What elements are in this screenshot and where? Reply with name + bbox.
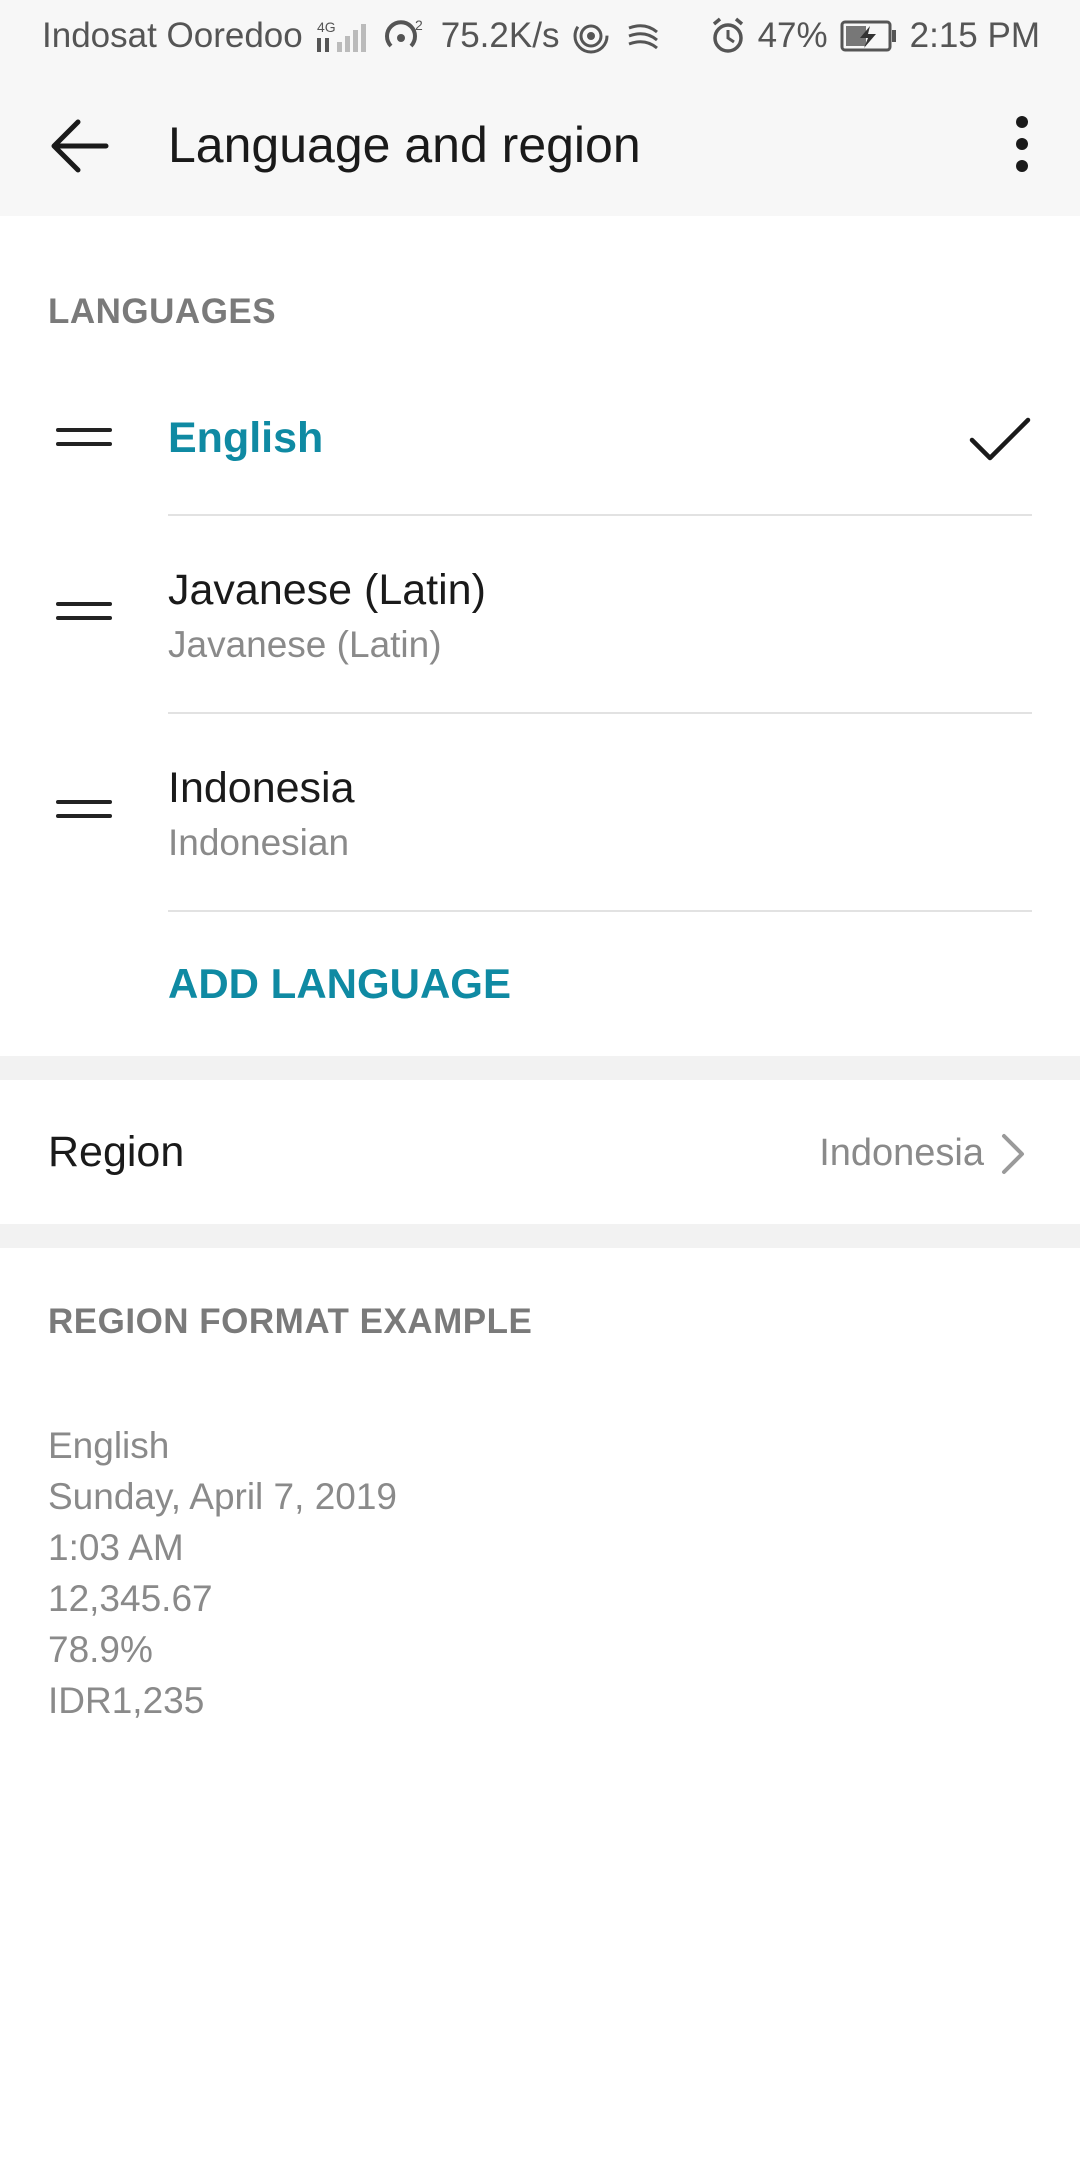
back-arrow-icon — [51, 119, 109, 173]
language-name: Indonesia — [168, 764, 355, 812]
format-language: English — [48, 1425, 170, 1466]
add-language-button[interactable]: ADD LANGUAGE — [168, 960, 511, 1008]
region-format-example: English Sunday, April 7, 2019 1:03 AM 12… — [48, 1420, 397, 1726]
section-separator — [0, 1224, 1080, 1248]
languages-header: LANGUAGES — [48, 292, 277, 331]
drag-handle-icon[interactable] — [56, 602, 112, 626]
language-native-name: Javanese (Latin) — [168, 624, 442, 665]
language-native-name: Indonesian — [168, 822, 350, 863]
carrier-name: Indosat Ooredoo — [42, 16, 303, 55]
network-type: 4G — [317, 19, 336, 35]
drag-handle-icon[interactable] — [56, 800, 112, 824]
hotspot-icon: 2 — [383, 16, 429, 56]
network-speed: 75.2K/s — [440, 16, 560, 55]
page-title: Language and region — [168, 117, 641, 173]
drag-handle-icon[interactable] — [56, 428, 112, 452]
format-date: Sunday, April 7, 2019 — [48, 1476, 398, 1517]
status-left: Indosat Ooredoo 4G 2 75.2K/s — [42, 16, 663, 56]
more-options-button[interactable] — [994, 108, 1050, 180]
battery-percent: 47% — [757, 16, 828, 55]
back-button[interactable] — [40, 114, 120, 178]
region-value: Indonesia — [819, 1132, 984, 1174]
language-name: English — [168, 414, 324, 462]
app-bar: Language and region — [0, 72, 1080, 216]
more-vert-icon — [1016, 116, 1028, 172]
status-right: 47% 2:15 PM — [710, 16, 1040, 56]
clock: 2:15 PM — [909, 16, 1040, 55]
format-number: 12,345.67 — [48, 1578, 213, 1619]
swiftkey-icon — [623, 16, 663, 56]
battery-charging-icon — [840, 18, 898, 54]
format-time: 1:03 AM — [48, 1527, 184, 1568]
signal-icon: 4G — [315, 16, 371, 56]
nfc-icon — [571, 16, 611, 56]
language-name: Javanese (Latin) — [168, 566, 486, 614]
hotspot-count: 2 — [415, 17, 423, 33]
chevron-right-icon — [1002, 1134, 1024, 1174]
format-currency: IDR1,235 — [48, 1680, 205, 1721]
check-icon — [969, 417, 1031, 461]
section-separator — [0, 1056, 1080, 1080]
region-label: Region — [48, 1128, 185, 1176]
language-item-javanese[interactable]: Javanese (Latin) Javanese (Latin) — [0, 516, 1080, 712]
format-percent: 78.9% — [48, 1629, 153, 1670]
language-item-english[interactable]: English — [0, 372, 1080, 514]
region-format-header: REGION FORMAT EXAMPLE — [48, 1302, 533, 1341]
region-row[interactable]: Region Indonesia — [0, 1080, 1080, 1224]
status-bar: Indosat Ooredoo 4G 2 75.2K/s 47% 2:15 PM — [0, 0, 1080, 72]
alarm-icon — [710, 16, 746, 56]
divider — [168, 910, 1032, 912]
language-item-indonesia[interactable]: Indonesia Indonesian — [0, 714, 1080, 910]
